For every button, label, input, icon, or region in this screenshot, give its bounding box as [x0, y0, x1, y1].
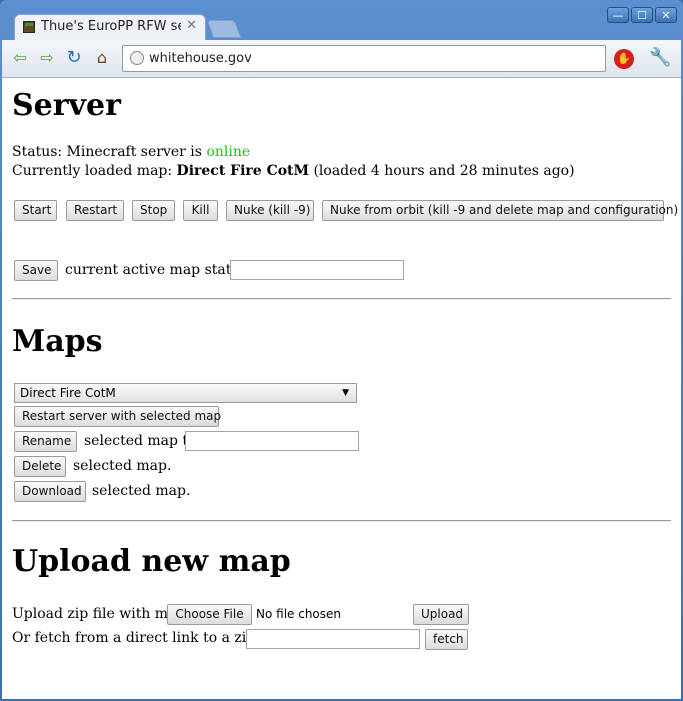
- page-content: Server Status: Minecraft server is onlin…: [2, 78, 681, 699]
- nuke-from-orbit-button[interactable]: Nuke from orbit (kill -9 and delete map …: [322, 200, 678, 221]
- fetch-url-input[interactable]: [246, 629, 420, 649]
- map-select-value: Direct Fire CotM: [20, 386, 116, 400]
- upload-heading: Upload new map: [12, 544, 291, 579]
- divider-server: [12, 298, 671, 300]
- minimize-button[interactable]: —: [607, 7, 629, 23]
- stop-hand-icon[interactable]: ✋: [614, 49, 634, 69]
- new-tab-button[interactable]: [206, 20, 242, 38]
- zip-label: Upload zip file with map:: [12, 606, 191, 622]
- delete-button[interactable]: Delete: [14, 456, 66, 477]
- no-file-text: No file chosen: [256, 607, 342, 621]
- address-bar[interactable]: [122, 45, 606, 72]
- back-arrow-icon[interactable]: ⇦: [11, 49, 29, 67]
- kill-button[interactable]: Kill: [183, 200, 218, 221]
- home-icon[interactable]: ⌂: [93, 49, 111, 67]
- rename-input[interactable]: [185, 431, 359, 451]
- divider-maps: [12, 520, 671, 522]
- wrench-icon[interactable]: 🔧: [649, 47, 671, 68]
- loaded-prefix: Currently loaded map:: [12, 163, 173, 179]
- save-name-input[interactable]: [230, 260, 404, 280]
- fetch-button[interactable]: fetch: [425, 629, 468, 650]
- choose-file-button[interactable]: Choose File: [167, 604, 252, 625]
- reload-icon[interactable]: ↻: [65, 49, 83, 67]
- loaded-suffix: (loaded 4 hours and 28 minutes ago): [313, 163, 575, 179]
- rename-button[interactable]: Rename: [14, 431, 77, 452]
- tab-active[interactable]: Thue's EuroPP RFW ser ✕: [14, 14, 206, 40]
- dropdown-arrow-icon: ▼: [342, 388, 349, 398]
- status-value: online: [206, 144, 251, 160]
- restart-button[interactable]: Restart: [66, 200, 124, 221]
- browser-window: Thue's EuroPP RFW ser ✕ —☐✕ ⇦ ⇨ ↻ ⌂ ✋ 🔧 …: [0, 0, 683, 701]
- map-select[interactable]: Direct Fire CotM ▼: [14, 383, 357, 403]
- start-button[interactable]: Start: [14, 200, 57, 221]
- stop-button[interactable]: Stop: [132, 200, 175, 221]
- delete-text: selected map.: [73, 458, 172, 474]
- window-controls: — ☐ ✕: [605, 4, 677, 23]
- tab-close-icon[interactable]: ✕: [186, 18, 197, 33]
- status-line: Status: Minecraft server is online: [12, 144, 250, 160]
- upload-button[interactable]: Upload: [413, 604, 469, 625]
- minecraft-block-icon: [23, 21, 35, 33]
- tab-title: Thue's EuroPP RFW ser: [41, 19, 181, 34]
- save-button[interactable]: Save: [14, 260, 58, 281]
- status-prefix: Status: Minecraft server is: [12, 144, 202, 160]
- loaded-map-line: Currently loaded map: Direct Fire CotM (…: [12, 163, 575, 179]
- restart-selected-button[interactable]: Restart server with selected map: [14, 406, 221, 427]
- rename-text: selected map to: [84, 433, 197, 449]
- server-heading: Server: [12, 88, 121, 123]
- tab-strip: Thue's EuroPP RFW ser ✕ — ☐ ✕: [0, 0, 683, 40]
- download-text: selected map.: [92, 483, 191, 499]
- browser-toolbar: ⇦ ⇨ ↻ ⌂ ✋ 🔧: [2, 40, 681, 78]
- download-button[interactable]: Download: [14, 481, 86, 502]
- nuke-button[interactable]: Nuke (kill -9): [226, 200, 314, 221]
- globe-icon: [130, 51, 144, 65]
- close-window-button[interactable]: ✕: [655, 7, 677, 23]
- maps-heading: Maps: [12, 324, 103, 359]
- maximize-button[interactable]: ☐: [631, 7, 653, 23]
- loaded-map-name: Direct Fire CotM: [176, 163, 310, 179]
- address-input[interactable]: [149, 49, 589, 67]
- forward-arrow-icon[interactable]: ⇨: [38, 49, 56, 67]
